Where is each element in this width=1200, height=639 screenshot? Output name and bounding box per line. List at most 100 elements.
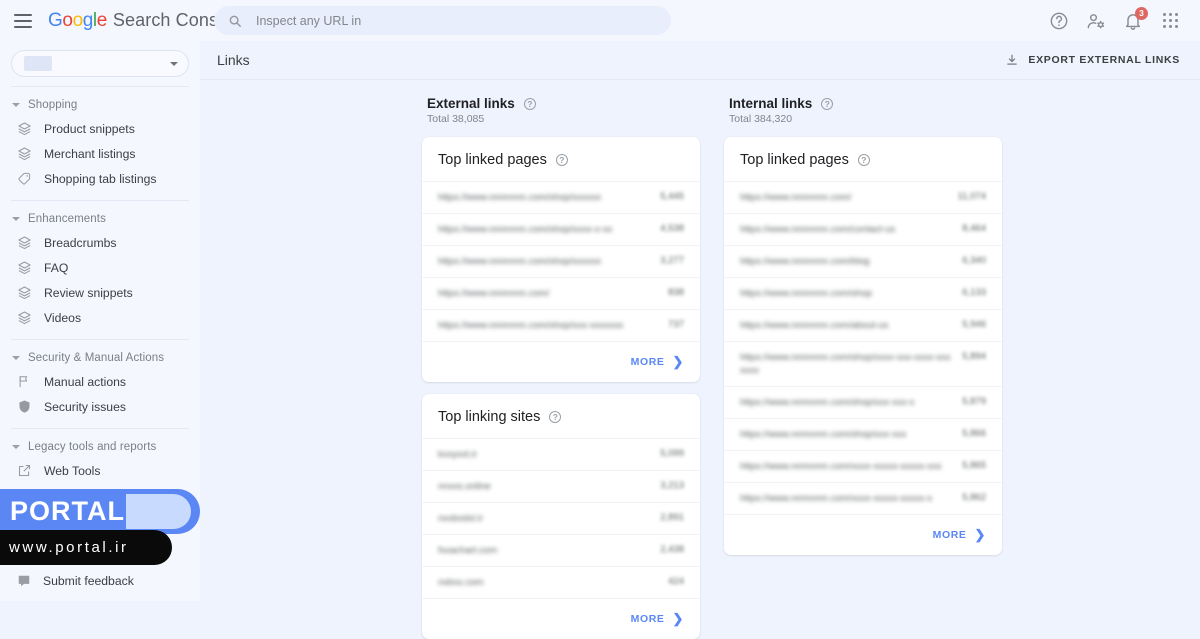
- help-circle-icon[interactable]: ?: [555, 154, 568, 166]
- sidebar-item-merchant-listings[interactable]: Merchant listings: [0, 141, 200, 166]
- group-header-enhancements[interactable]: Enhancements: [0, 208, 200, 230]
- table-row[interactable]: nxbxx.com 424: [422, 566, 700, 598]
- row-url: https://www.nnnnnnn.com/shop/xxx-xxx-x: [740, 397, 915, 408]
- row-value: 5,862: [962, 492, 986, 503]
- row-value: 6,340: [962, 255, 986, 266]
- sidebar-item-web-tools[interactable]: Web Tools: [0, 458, 200, 483]
- more-button[interactable]: MORE ❯: [422, 341, 700, 382]
- table-row[interactable]: https://www.nnnnnnn.com/shop/xxxxxx 3,27…: [422, 245, 700, 277]
- sidebar-group-legacy: Legacy tools and reports Web Tools Learn…: [0, 436, 200, 503]
- row-url: https://www.nnnnnnn.com/shop: [740, 288, 873, 299]
- row-url: nnxxs.online: [438, 481, 491, 492]
- export-external-links-button[interactable]: EXPORT EXTERNAL LINKS: [1005, 53, 1180, 67]
- sidebar-divider: [11, 339, 189, 340]
- row-value: 5,445: [660, 191, 684, 202]
- table-row[interactable]: https://www.nnnnnnn.com/xxxx-xxxxx-xxxxx…: [724, 482, 1002, 514]
- table-row[interactable]: https://www.nnnnnnn.com/shop/xxx-xxxxxxx…: [422, 309, 700, 341]
- row-value: 8,464: [962, 223, 986, 234]
- chevron-right-icon: ❯: [672, 611, 684, 626]
- table-row[interactable]: https://www.nnnnnnn.com/shop/xxxx-xxx-xx…: [724, 341, 1002, 386]
- sidebar-item-breadcrumbs[interactable]: Breadcrumbs: [0, 230, 200, 255]
- group-header-legacy[interactable]: Legacy tools and reports: [0, 436, 200, 458]
- notifications-bell-icon[interactable]: 3: [1123, 6, 1148, 31]
- card-title-row: Top linking sites ?: [422, 394, 700, 438]
- table-row[interactable]: nnxxs.online 3,213: [422, 470, 700, 502]
- chevron-down-icon: [12, 445, 20, 449]
- sidebar-item-label: Videos: [44, 310, 82, 325]
- layers-icon: [18, 261, 31, 275]
- row-value: 424: [668, 576, 684, 587]
- sidebar-item-security-issues[interactable]: Security issues: [0, 394, 200, 419]
- sidebar-item-review-snippets[interactable]: Review snippets: [0, 280, 200, 305]
- sidebar-item-shopping-tab-listings[interactable]: Shopping tab listings: [0, 166, 200, 191]
- row-url: nxxbxdxl.ir: [438, 513, 483, 524]
- feedback-icon: [18, 575, 30, 587]
- table-row[interactable]: https://www.nnnnnnn.com/shop/xxx-xxx 5,8…: [724, 418, 1002, 450]
- account-settings-icon[interactable]: [1086, 11, 1106, 31]
- sidebar-item-manual-actions[interactable]: Manual actions: [0, 369, 200, 394]
- layers-icon: [18, 147, 31, 161]
- learn-more-link[interactable]: Learn more: [0, 489, 200, 503]
- table-row[interactable]: https://www.nnnnnnn.com/blog 6,340: [724, 245, 1002, 277]
- sidebar-item-product-snippets[interactable]: Product snippets: [0, 116, 200, 141]
- table-row[interactable]: https://www.nnnnnnn.com/shop/xxx-xxx-x 5…: [724, 386, 1002, 418]
- apps-grid-icon[interactable]: [1160, 11, 1180, 31]
- layers-icon: [18, 286, 31, 300]
- table-row[interactable]: https://www.nnnnnnn.com/about-us 5,946: [724, 309, 1002, 341]
- more-button[interactable]: MORE ❯: [422, 598, 700, 639]
- property-name-redacted: [24, 56, 52, 71]
- sidebar-divider: [11, 86, 189, 87]
- hamburger-menu-icon[interactable]: [14, 13, 32, 28]
- table-row[interactable]: https://www.nnnnnnn.com/shop/xxxxxx 5,44…: [422, 181, 700, 213]
- sidebar-item-faq[interactable]: FAQ: [0, 255, 200, 280]
- sidebar-item-videos[interactable]: Videos: [0, 305, 200, 330]
- sidebar-divider: [11, 200, 189, 201]
- download-icon: [1007, 54, 1018, 65]
- chevron-down-icon: [12, 103, 20, 107]
- help-circle-icon[interactable]: ?: [523, 97, 536, 110]
- more-button[interactable]: MORE ❯: [724, 514, 1002, 555]
- row-value: 838: [668, 287, 684, 298]
- layers-icon: [18, 122, 31, 136]
- table-row[interactable]: https://www.nnnnnnn.com/xxxx-xxxxx-xxxxx…: [724, 450, 1002, 482]
- table-row[interactable]: nxxbxdxl.ir 2,891: [422, 502, 700, 534]
- table-row[interactable]: https://www.nnnnnnn.com/shop 6,133: [724, 277, 1002, 309]
- table-row[interactable]: https://www.nnnnnnn.com/ 838: [422, 277, 700, 309]
- row-value: 5,946: [962, 319, 986, 330]
- help-circle-icon[interactable]: ?: [549, 411, 562, 423]
- group-label: Enhancements: [28, 213, 106, 225]
- sidebar-group-shopping: Shopping Product snippets Merchant listi…: [0, 94, 200, 191]
- chevron-down-icon: [12, 356, 20, 360]
- table-row[interactable]: fxxachart.com 2,438: [422, 534, 700, 566]
- help-circle-icon[interactable]: ?: [821, 97, 834, 110]
- group-header-shopping[interactable]: Shopping: [0, 94, 200, 116]
- row-url: https://www.nnnnnnn.com/shop/xxx-xxxxxxx: [438, 320, 624, 331]
- row-url: https://www.nnnnnnn.com/shop/xxxxxx: [438, 192, 602, 203]
- row-value: 4,538: [660, 223, 684, 234]
- submit-feedback-label: Submit feedback: [43, 574, 134, 588]
- table-row[interactable]: kxxyxxt.ir 5,099: [422, 438, 700, 470]
- search-input[interactable]: [256, 13, 657, 28]
- submit-feedback-button[interactable]: Submit feedback: [0, 569, 200, 593]
- sidebar-item-label: Review snippets: [44, 285, 133, 300]
- table-row[interactable]: https://www.nnnnnnn.com/contact-us 8,464: [724, 213, 1002, 245]
- group-header-security[interactable]: Security & Manual Actions: [0, 347, 200, 369]
- internal-links-header: Internal links ? Total 384,320: [724, 96, 1002, 125]
- table-row[interactable]: https://www.nnnnnnn.com/ 11,074: [724, 181, 1002, 213]
- row-value: 5,879: [962, 396, 986, 407]
- group-label: Shopping: [28, 99, 78, 111]
- help-circle-icon[interactable]: ?: [857, 154, 870, 166]
- sidebar-group-security: Security & Manual Actions Manual actions…: [0, 347, 200, 419]
- table-row[interactable]: https://www.nnnnnnn.com/shop/xxxx-x-xx 4…: [422, 213, 700, 245]
- sidebar-item-label: Merchant listings: [44, 146, 136, 161]
- external-links-header: External links ? Total 38,085: [422, 96, 700, 125]
- row-url: kxxyxxt.ir: [438, 449, 478, 460]
- sidebar-item-label: Security issues: [44, 399, 126, 414]
- property-selector[interactable]: [11, 50, 189, 77]
- row-url: fxxachart.com: [438, 545, 498, 556]
- help-icon[interactable]: [1049, 11, 1069, 31]
- inspect-url-search-box[interactable]: [214, 6, 671, 35]
- tag-icon: [18, 172, 31, 185]
- export-button-label: EXPORT EXTERNAL LINKS: [1028, 54, 1180, 66]
- internal-links-title: Internal links: [729, 96, 813, 111]
